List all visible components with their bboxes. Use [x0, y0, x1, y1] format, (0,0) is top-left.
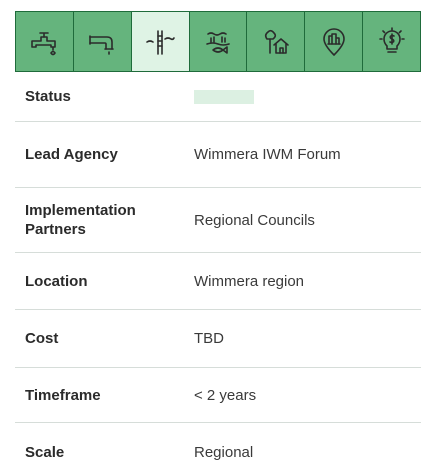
- cost-row: Cost TBD: [15, 310, 421, 368]
- status-label: Status: [25, 88, 71, 105]
- home-trees-icon: [247, 12, 306, 71]
- category-icon-bar: [15, 11, 421, 72]
- location-row: Location Wimmera region: [15, 253, 421, 310]
- location-pin-city-icon: [305, 12, 364, 71]
- status-value: [180, 87, 421, 106]
- pipe-outlet-icon: [73, 12, 132, 71]
- timeframe-value: < 2 years: [194, 386, 257, 404]
- cost-value: TBD: [194, 330, 224, 347]
- wetland-fish-icon: [189, 12, 248, 71]
- implementation-partners-value: Regional Councils: [194, 211, 315, 229]
- scale-row: Scale Regional: [15, 423, 421, 463]
- scale-label: Scale: [25, 443, 65, 461]
- status-indicator-bar: [194, 90, 254, 105]
- riverbank-icon: [131, 12, 190, 71]
- lead-agency-row: Lead Agency Wimmera IWM Forum: [15, 122, 421, 188]
- tap-water-icon: [16, 12, 74, 71]
- money-lightbulb-icon: [363, 12, 421, 71]
- scale-value: Regional: [194, 443, 254, 461]
- timeframe-row: Timeframe < 2 years: [15, 368, 421, 423]
- implementation-partners-row: Implementation Partners Regional Council…: [15, 188, 421, 253]
- location-label: Location: [25, 272, 88, 290]
- cost-label: Cost: [25, 330, 59, 347]
- status-row: Status: [15, 72, 421, 122]
- project-details-table: Status Lead Agency Wimmera IWM Forum Imp…: [15, 72, 421, 463]
- location-value: Wimmera region: [194, 272, 305, 290]
- lead-agency-label: Lead Agency: [25, 146, 118, 163]
- lead-agency-value: Wimmera IWM Forum: [194, 146, 341, 163]
- implementation-partners-label: Implementation Partners: [25, 202, 136, 238]
- timeframe-label: Timeframe: [25, 386, 101, 404]
